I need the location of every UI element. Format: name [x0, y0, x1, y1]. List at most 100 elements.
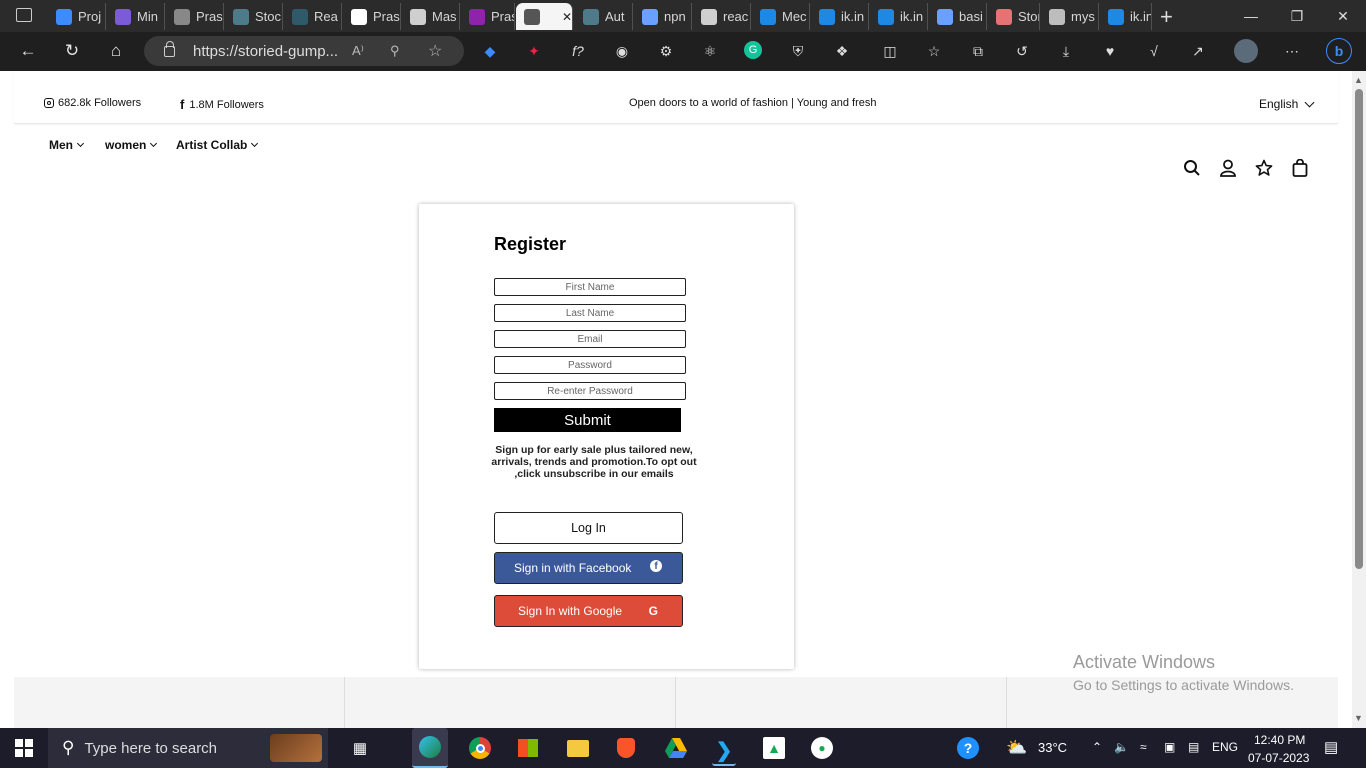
google-drive-icon[interactable] — [664, 736, 688, 760]
address-bar[interactable]: https://storied-gump... A⁾ ⚲ ☆ — [144, 36, 464, 66]
password-input[interactable] — [494, 356, 686, 374]
facebook-followers[interactable]: f 1.8M Followers — [180, 97, 264, 112]
favorite-star-icon[interactable]: ☆ — [428, 41, 442, 61]
read-aloud-icon[interactable]: A⁾ — [352, 43, 364, 59]
mongodb-compass-icon[interactable]: ▲ — [762, 736, 786, 760]
browser-tab[interactable]: Pras — [166, 3, 224, 30]
account-icon[interactable] — [1219, 159, 1237, 177]
math-solver-icon[interactable]: √ — [1144, 41, 1164, 61]
zoom-icon[interactable]: ⚲ — [390, 43, 400, 59]
menu-women[interactable]: women — [105, 138, 158, 152]
browser-tab[interactable]: Stoc — [225, 3, 283, 30]
scroll-down-icon[interactable]: ▼ — [1354, 713, 1363, 723]
favorites-icon[interactable]: ☆ — [924, 41, 944, 61]
chrome-taskbar-icon[interactable] — [468, 736, 492, 760]
close-window-button[interactable]: ✕ — [1320, 0, 1366, 32]
volume-icon[interactable]: 🔈 — [1114, 740, 1129, 754]
instagram-followers[interactable]: 682.8k Followers — [44, 97, 141, 109]
meet-now-icon[interactable]: ▣ — [1164, 740, 1175, 754]
weather-icon[interactable]: ⛅ — [1005, 736, 1029, 760]
history-icon[interactable]: ↺ — [1012, 41, 1032, 61]
collections-icon[interactable]: ⧉ — [968, 41, 988, 61]
more-menu-icon[interactable]: ⋯ — [1282, 41, 1302, 61]
extension-icon-5[interactable]: ⚙ — [656, 41, 676, 61]
shield-icon[interactable]: ⛨ — [788, 41, 808, 61]
search-icon[interactable] — [1183, 159, 1201, 177]
grammarly-icon[interactable]: G — [744, 41, 762, 59]
browser-tab[interactable]: Pras — [343, 3, 401, 30]
brave-taskbar-icon[interactable] — [614, 736, 638, 760]
extension-icon-3[interactable]: f? — [568, 41, 588, 61]
email-input[interactable] — [494, 330, 686, 348]
mongodb-icon[interactable]: ● — [810, 736, 834, 760]
bing-icon[interactable]: b — [1326, 38, 1352, 64]
share-icon[interactable]: ↗ — [1188, 41, 1208, 61]
browser-tab[interactable]: Proj — [48, 3, 106, 30]
browser-tab[interactable]: Mec — [752, 3, 810, 30]
restore-button[interactable]: ❐ — [1274, 0, 1320, 32]
react-devtools-icon[interactable]: ⚛ — [700, 41, 720, 61]
menu-men[interactable]: Men — [49, 138, 85, 152]
extension-icon-2[interactable]: ✦ — [524, 41, 544, 61]
browser-tab[interactable]: ik.in — [1100, 3, 1152, 30]
url-text[interactable]: https://storied-gump... — [193, 43, 338, 60]
minimize-button[interactable]: — — [1228, 0, 1274, 32]
browser-tab[interactable]: Aut — [575, 3, 633, 30]
browser-tab[interactable]: Mas — [402, 3, 460, 30]
browser-tab[interactable]: mys — [1041, 3, 1099, 30]
first-name-input[interactable] — [494, 278, 686, 296]
page-scrollbar[interactable]: ▲ ▼ — [1352, 71, 1366, 728]
submit-button[interactable]: Submit — [494, 408, 681, 432]
store-taskbar-icon[interactable] — [516, 736, 540, 760]
browser-tab[interactable]: Stor — [988, 3, 1040, 30]
clock-time[interactable]: 12:40 PM — [1254, 733, 1305, 747]
back-icon[interactable]: ← — [16, 40, 40, 62]
facebook-signin-button[interactable]: Sign in with Facebook f — [494, 552, 683, 584]
browser-tab[interactable]: basi — [929, 3, 987, 30]
home-icon[interactable]: ⌂ — [104, 40, 128, 62]
close-tab-icon[interactable]: ✕ — [562, 10, 572, 24]
browser-tab[interactable]: Min — [107, 3, 165, 30]
wifi-icon[interactable]: ≈ — [1140, 740, 1147, 754]
browser-tab[interactable]: reac — [693, 3, 751, 30]
taskbar-search[interactable]: ⚲ Type here to search — [48, 728, 328, 768]
downloads-icon[interactable]: ⤓ — [1056, 41, 1076, 61]
browser-tab[interactable]: Rea — [284, 3, 342, 30]
browser-tab[interactable]: Pras — [461, 3, 515, 30]
windows-start-icon[interactable] — [12, 736, 36, 760]
extension-icon-1[interactable]: ◆ — [480, 41, 500, 61]
scroll-up-icon[interactable]: ▲ — [1354, 75, 1363, 85]
wishlist-star-icon[interactable] — [1255, 159, 1273, 177]
file-explorer-icon[interactable] — [566, 736, 590, 760]
refresh-icon[interactable]: ↻ — [60, 40, 84, 62]
task-view-icon[interactable]: ▦ — [348, 736, 372, 760]
workspaces-icon[interactable] — [16, 8, 32, 22]
profile-avatar[interactable] — [1234, 39, 1258, 63]
edge-taskbar-icon[interactable] — [412, 728, 448, 768]
shopping-bag-icon[interactable] — [1291, 159, 1309, 177]
performance-icon[interactable]: ♥ — [1100, 41, 1120, 61]
new-tab-button[interactable]: + — [1160, 4, 1173, 30]
notifications-icon[interactable]: ▤ — [1324, 738, 1338, 756]
google-signin-button[interactable]: Sign In with Google G — [494, 595, 683, 627]
browser-tab[interactable]: ik.in — [870, 3, 928, 30]
language-selector[interactable]: English — [1259, 97, 1315, 111]
scrollbar-thumb[interactable] — [1355, 89, 1363, 569]
browser-tab[interactable]: ik.in — [811, 3, 869, 30]
split-screen-icon[interactable]: ◫ — [880, 41, 900, 61]
battery-icon[interactable]: ▤ — [1188, 740, 1199, 754]
menu-artist-collab[interactable]: Artist Collab — [176, 138, 259, 152]
show-hidden-icons[interactable]: ⌃ — [1092, 740, 1102, 754]
confirm-password-input[interactable] — [494, 382, 686, 400]
vscode-taskbar-icon[interactable]: ❯ — [712, 736, 736, 766]
browser-tab[interactable]: npn — [634, 3, 692, 30]
clock-date[interactable]: 07-07-2023 — [1248, 751, 1309, 765]
browser-tab[interactable]: ✕ — [516, 3, 573, 30]
input-language[interactable]: ENG — [1212, 740, 1238, 754]
extensions-puzzle-icon[interactable]: ❖ — [832, 41, 852, 61]
help-icon[interactable]: ? — [956, 736, 980, 760]
last-name-input[interactable] — [494, 304, 686, 322]
temperature[interactable]: 33°C — [1038, 740, 1067, 755]
login-button[interactable]: Log In — [494, 512, 683, 544]
extension-icon-4[interactable]: ◉ — [612, 41, 632, 61]
